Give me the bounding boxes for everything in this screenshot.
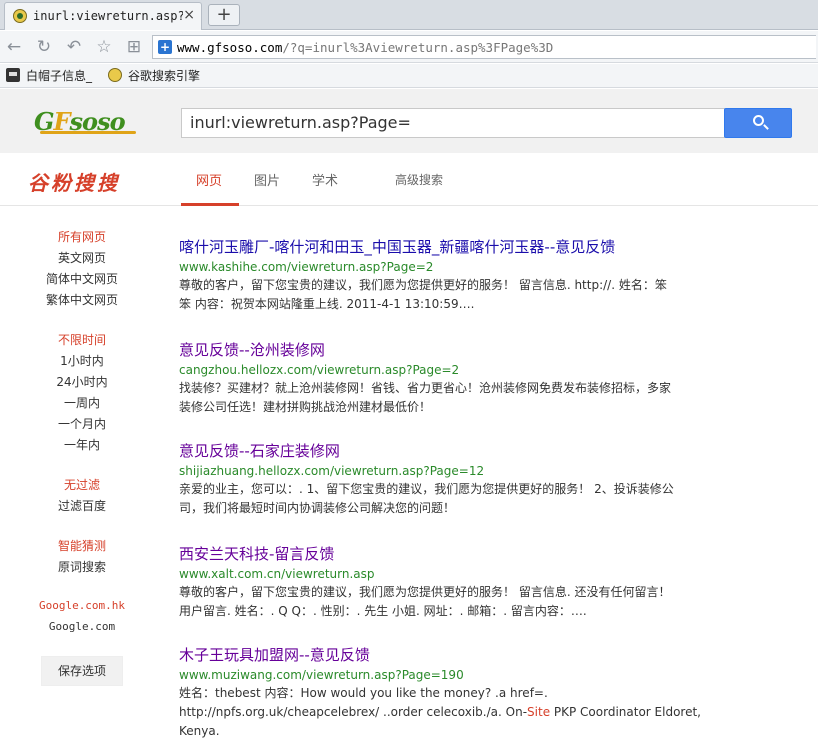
bookmark-baimaozi[interactable]: 白帽子信息_ xyxy=(6,67,92,85)
search-result: 木子王玩具加盟网--意见反馈 www.muziwang.com/viewretu… xyxy=(179,644,719,739)
filter-baidu[interactable]: 过滤百度 xyxy=(0,497,164,514)
bookmark-label: 谷歌搜索引擎 xyxy=(128,69,201,83)
result-title-link[interactable]: 木子王玩具加盟网--意见反馈 xyxy=(179,644,719,665)
filter-month[interactable]: 一个月内 xyxy=(0,415,164,432)
active-tab-indicator xyxy=(181,203,239,206)
snippet-line: 姓名：thebest 内容：How would you like the mon… xyxy=(179,686,548,700)
snippet-line: 司，我们将最短时间内协调装修公司解决您的问题！ xyxy=(179,501,456,515)
snippet-line: 用户留言. 姓名：. Q Q：. 性别：. 先生 小姐. 网址：. 邮箱：. 留… xyxy=(179,604,587,618)
filter-smart-guess[interactable]: 智能猜测 xyxy=(0,537,164,554)
gfsoso-favicon-icon xyxy=(13,9,27,23)
snippet-line: 尊敬的客户，留下您宝贵的建议，我们愿为您提供更好的服务！ 留言信息. http:… xyxy=(179,278,667,292)
browser-tab[interactable]: inurl:viewreturn.asp?Page × xyxy=(4,2,202,30)
reload-icon[interactable]: ↻ xyxy=(34,37,54,57)
snippet-line: 装修公司任选！建材拼购挑战沧州建材最低价！ xyxy=(179,400,432,414)
result-url: shijiazhuang.hellozx.com/viewreturn.asp?… xyxy=(179,464,485,478)
result-title-link[interactable]: 意见反馈--石家庄装修网 xyxy=(179,440,719,461)
snippet-line: Kenya. xyxy=(179,724,220,738)
brand-logo[interactable]: 谷粉搜搜 xyxy=(28,167,120,196)
result-url: www.xalt.com.cn/viewreturn.asp xyxy=(179,567,375,581)
search-result: 西安兰天科技-留言反馈 www.xalt.com.cn/viewreturn.a… xyxy=(179,543,719,621)
search-result: 意见反馈--沧州装修网 cangzhou.hellozx.com/viewret… xyxy=(179,339,719,417)
snippet-highlight: Site xyxy=(527,705,551,719)
undo-icon[interactable]: ↶ xyxy=(64,37,84,57)
gfsoso-icon xyxy=(108,68,122,82)
snippet-text: http://npfs.org.uk/cheapcelebrex/ ..orde… xyxy=(179,705,528,719)
search-icon xyxy=(753,115,764,126)
address-bar[interactable]: + www.gfsoso.com/?q=inurl%3Aviewreturn.a… xyxy=(152,35,816,59)
filter-all-pages[interactable]: 所有网页 xyxy=(0,228,164,245)
snippet-line: 亲爱的业主，您可以：. 1、留下您宝贵的建议，我们愿为您提供更好的服务！ 2、投… xyxy=(179,482,674,496)
result-snippet: 亲爱的业主，您可以：. 1、留下您宝贵的建议，我们愿为您提供更好的服务！ 2、投… xyxy=(179,480,719,518)
filter-week[interactable]: 一周内 xyxy=(0,394,164,411)
filter-verbatim[interactable]: 原词搜索 xyxy=(0,558,164,575)
filter-no-filter[interactable]: 无过滤 xyxy=(0,476,164,493)
url-host: www.gfsoso.com xyxy=(177,40,283,55)
snippet-line: 笨 内容：祝贺本网站隆重上线. 2011-4-1 13:10:59…. xyxy=(179,297,475,311)
filter-any-time[interactable]: 不限时间 xyxy=(0,331,164,348)
search-header: GFsoso inurl:viewreturn.asp?Page= xyxy=(0,89,818,153)
bookmark-label: 白帽子信息_ xyxy=(26,69,93,83)
browser-tab-bar: inurl:viewreturn.asp?Page × + xyxy=(0,0,818,30)
new-tab-button[interactable]: + xyxy=(208,4,240,26)
filter-simplified[interactable]: 简体中文网页 xyxy=(0,270,164,287)
search-result: 喀什河玉雕厂-喀什河和田玉_中国玉器_新疆喀什河玉器--意见反馈 www.kas… xyxy=(179,236,719,314)
result-url: cangzhou.hellozx.com/viewreturn.asp?Page… xyxy=(179,363,460,377)
filter-traditional[interactable]: 繁体中文网页 xyxy=(0,291,164,308)
url-path: /?q=inurl%3Aviewreturn.asp%3FPage%3D xyxy=(282,40,554,55)
close-tab-icon[interactable]: × xyxy=(183,7,195,23)
star-icon[interactable]: ☆ xyxy=(94,37,114,57)
save-options-button[interactable]: 保存选项 xyxy=(41,656,123,686)
result-title-link[interactable]: 喀什河玉雕厂-喀什河和田玉_中国玉器_新疆喀什河玉器--意见反馈 xyxy=(179,236,719,257)
search-input[interactable]: inurl:viewreturn.asp?Page= xyxy=(181,108,725,138)
snippet-line: 找装修？买建材？就上沧州装修网！省钱、省力更省心！沧州装修网免费发布装修招标，多… xyxy=(179,381,672,395)
tab-web[interactable]: 网页 xyxy=(196,170,222,189)
filter-hour[interactable]: 1小时内 xyxy=(0,352,164,369)
site-info-icon[interactable]: + xyxy=(158,40,172,54)
tab-images[interactable]: 图片 xyxy=(254,170,280,189)
result-title-link[interactable]: 意见反馈--沧州装修网 xyxy=(179,339,719,360)
tab-title: inurl:viewreturn.asp?Page xyxy=(33,9,183,23)
tab-scholar[interactable]: 学术 xyxy=(312,170,338,189)
filter-day[interactable]: 24小时内 xyxy=(0,373,164,390)
search-result: 意见反馈--石家庄装修网 shijiazhuang.hellozx.com/vi… xyxy=(179,440,719,518)
search-button[interactable] xyxy=(724,108,792,138)
result-url: www.muziwang.com/viewreturn.asp?Page=190 xyxy=(179,668,464,682)
link-google-hk[interactable]: Google.com.hk xyxy=(0,599,164,612)
address-url[interactable]: www.gfsoso.com/?q=inurl%3Aviewreturn.asp… xyxy=(177,40,553,55)
result-title-link[interactable]: 西安兰天科技-留言反馈 xyxy=(179,543,719,564)
browser-toolbar: ← ↻ ↶ ☆ ⊞ + www.gfsoso.com/?q=inurl%3Avi… xyxy=(0,31,818,63)
result-snippet: 找装修？买建材？就上沧州装修网！省钱、省力更省心！沧州装修网免费发布装修招标，多… xyxy=(179,379,719,417)
result-url: www.kashihe.com/viewreturn.asp?Page=2 xyxy=(179,260,434,274)
link-google-com[interactable]: Google.com xyxy=(0,620,164,633)
result-snippet: 尊敬的客户，留下您宝贵的建议，我们愿为您提供更好的服务！ 留言信息. 还没有任何… xyxy=(179,583,719,621)
tab-advanced-search[interactable]: 高级搜索 xyxy=(395,171,443,188)
snippet-line: 尊敬的客户，留下您宝贵的建议，我们愿为您提供更好的服务！ 留言信息. 还没有任何… xyxy=(179,585,671,599)
result-snippet: 尊敬的客户，留下您宝贵的建议，我们愿为您提供更好的服务！ 留言信息. http:… xyxy=(179,276,719,314)
filter-year[interactable]: 一年内 xyxy=(0,436,164,453)
snippet-line: http://npfs.org.uk/cheapcelebrex/ ..orde… xyxy=(179,703,719,722)
result-snippet: 姓名：thebest 内容：How would you like the mon… xyxy=(179,684,719,739)
snippet-text: PKP Coordinator Eldoret, xyxy=(550,705,701,719)
grid-icon[interactable]: ⊞ xyxy=(124,37,144,57)
bookmark-google-search[interactable]: 谷歌搜索引擎 xyxy=(108,67,200,85)
filter-english[interactable]: 英文网页 xyxy=(0,249,164,266)
back-icon[interactable]: ← xyxy=(4,37,24,57)
bookmarks-bar: 白帽子信息_ 谷歌搜索引擎 xyxy=(0,64,818,88)
hat-icon xyxy=(6,68,20,82)
logo-underline xyxy=(40,131,136,134)
category-nav: 谷粉搜搜 网页 图片 学术 高级搜索 xyxy=(0,153,818,206)
